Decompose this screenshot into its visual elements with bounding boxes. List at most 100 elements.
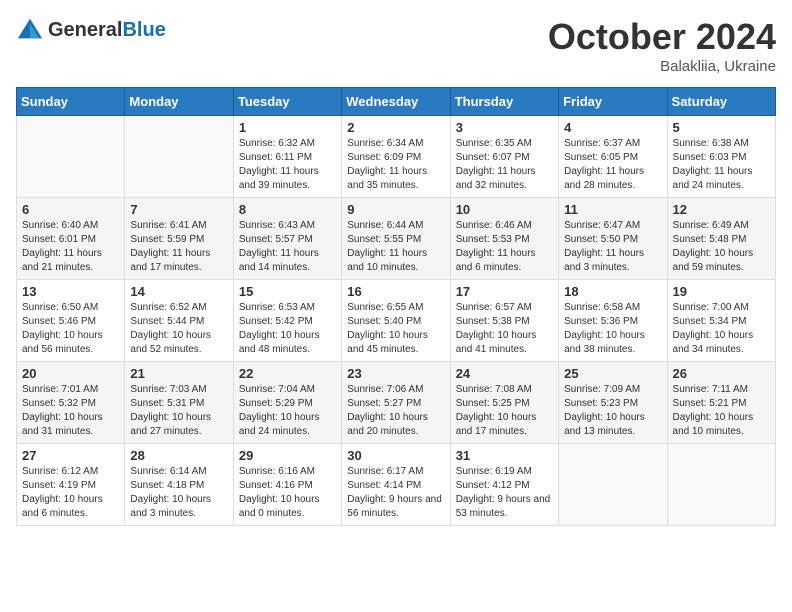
day-number: 14 xyxy=(130,284,227,299)
day-info: Sunrise: 6:17 AM Sunset: 4:14 PM Dayligh… xyxy=(347,465,444,521)
week-row-1: 6 Sunrise: 6:40 AM Sunset: 6:01 PM Daylig… xyxy=(17,198,776,280)
day-info: Sunrise: 6:44 AM Sunset: 5:55 PM Dayligh… xyxy=(347,219,444,275)
day-number: 15 xyxy=(239,284,336,299)
day-info: Sunrise: 6:34 AM Sunset: 6:09 PM Dayligh… xyxy=(347,137,444,193)
day-number: 22 xyxy=(239,366,336,381)
day-number: 20 xyxy=(22,366,119,381)
day-number: 26 xyxy=(673,366,770,381)
calendar-cell: 31 Sunrise: 6:19 AM Sunset: 4:12 PM Dayli… xyxy=(450,444,558,526)
day-info: Sunrise: 6:32 AM Sunset: 6:11 PM Dayligh… xyxy=(239,137,336,193)
day-number: 17 xyxy=(456,284,553,299)
day-info: Sunrise: 6:52 AM Sunset: 5:44 PM Dayligh… xyxy=(130,301,227,357)
calendar-cell: 22 Sunrise: 7:04 AM Sunset: 5:29 PM Dayli… xyxy=(233,362,341,444)
day-number: 3 xyxy=(456,120,553,135)
day-number: 9 xyxy=(347,202,444,217)
day-number: 27 xyxy=(22,448,119,463)
day-info: Sunrise: 6:43 AM Sunset: 5:57 PM Dayligh… xyxy=(239,219,336,275)
weekday-header-monday: Monday xyxy=(125,88,233,116)
day-info: Sunrise: 6:58 AM Sunset: 5:36 PM Dayligh… xyxy=(564,301,661,357)
calendar-cell: 13 Sunrise: 6:50 AM Sunset: 5:46 PM Dayli… xyxy=(17,280,125,362)
day-info: Sunrise: 6:16 AM Sunset: 4:16 PM Dayligh… xyxy=(239,465,336,521)
weekday-header-wednesday: Wednesday xyxy=(342,88,450,116)
day-info: Sunrise: 6:12 AM Sunset: 4:19 PM Dayligh… xyxy=(22,465,119,521)
calendar-cell: 4Sunrise: 6:37 AM Sunset: 6:05 PM Daylig… xyxy=(559,116,667,198)
weekday-header-friday: Friday xyxy=(559,88,667,116)
calendar-cell: 30Sunrise: 6:17 AM Sunset: 4:14 PM Dayli… xyxy=(342,444,450,526)
day-number: 6 xyxy=(22,202,119,217)
calendar-cell: 25Sunrise: 7:09 AM Sunset: 5:23 PM Dayli… xyxy=(559,362,667,444)
day-info: Sunrise: 6:46 AM Sunset: 5:53 PM Dayligh… xyxy=(456,219,553,275)
calendar-cell: 28 Sunrise: 6:14 AM Sunset: 4:18 PM Dayli… xyxy=(125,444,233,526)
day-number: 19 xyxy=(673,284,770,299)
day-number: 11 xyxy=(564,202,661,217)
day-number: 31 xyxy=(456,448,553,463)
calendar-cell: 24Sunrise: 7:08 AM Sunset: 5:25 PM Dayli… xyxy=(450,362,558,444)
day-number: 12 xyxy=(673,202,770,217)
week-row-0: 1Sunrise: 6:32 AM Sunset: 6:11 PM Daylig… xyxy=(17,116,776,198)
day-info: Sunrise: 7:03 AM Sunset: 5:31 PM Dayligh… xyxy=(130,383,227,439)
day-info: Sunrise: 6:53 AM Sunset: 5:42 PM Dayligh… xyxy=(239,301,336,357)
logo-text-general: General xyxy=(48,19,122,41)
day-info: Sunrise: 6:35 AM Sunset: 6:07 PM Dayligh… xyxy=(456,137,553,193)
day-info: Sunrise: 6:47 AM Sunset: 5:50 PM Dayligh… xyxy=(564,219,661,275)
day-info: Sunrise: 6:55 AM Sunset: 5:40 PM Dayligh… xyxy=(347,301,444,357)
day-number: 16 xyxy=(347,284,444,299)
day-info: Sunrise: 6:37 AM Sunset: 6:05 PM Dayligh… xyxy=(564,137,661,193)
day-number: 18 xyxy=(564,284,661,299)
calendar-table: SundayMondayTuesdayWednesdayThursdayFrid… xyxy=(16,87,776,526)
calendar-cell: 20 Sunrise: 7:01 AM Sunset: 5:32 PM Dayli… xyxy=(17,362,125,444)
day-number: 8 xyxy=(239,202,336,217)
day-info: Sunrise: 6:14 AM Sunset: 4:18 PM Dayligh… xyxy=(130,465,227,521)
day-info: Sunrise: 6:50 AM Sunset: 5:46 PM Dayligh… xyxy=(22,301,119,357)
calendar-cell: 10Sunrise: 6:46 AM Sunset: 5:53 PM Dayli… xyxy=(450,198,558,280)
day-number: 29 xyxy=(239,448,336,463)
day-info: Sunrise: 6:49 AM Sunset: 5:48 PM Dayligh… xyxy=(673,219,770,275)
calendar-cell: 27 Sunrise: 6:12 AM Sunset: 4:19 PM Dayli… xyxy=(17,444,125,526)
day-info: Sunrise: 7:00 AM Sunset: 5:34 PM Dayligh… xyxy=(673,301,770,357)
weekday-header-tuesday: Tuesday xyxy=(233,88,341,116)
weekday-header-saturday: Saturday xyxy=(667,88,775,116)
day-info: Sunrise: 6:57 AM Sunset: 5:38 PM Dayligh… xyxy=(456,301,553,357)
weekday-header-thursday: Thursday xyxy=(450,88,558,116)
page-header: GeneralBlue October 2024 Balakliia, Ukra… xyxy=(16,16,776,75)
day-number: 13 xyxy=(22,284,119,299)
week-row-4: 27 Sunrise: 6:12 AM Sunset: 4:19 PM Dayli… xyxy=(17,444,776,526)
calendar-cell: 16 Sunrise: 6:55 AM Sunset: 5:40 PM Dayli… xyxy=(342,280,450,362)
calendar-cell: 14 Sunrise: 6:52 AM Sunset: 5:44 PM Dayli… xyxy=(125,280,233,362)
calendar-cell xyxy=(667,444,775,526)
day-info: Sunrise: 7:06 AM Sunset: 5:27 PM Dayligh… xyxy=(347,383,444,439)
calendar-cell: 12 Sunrise: 6:49 AM Sunset: 5:48 PM Dayli… xyxy=(667,198,775,280)
week-row-2: 13 Sunrise: 6:50 AM Sunset: 5:46 PM Dayli… xyxy=(17,280,776,362)
day-number: 24 xyxy=(456,366,553,381)
day-number: 23 xyxy=(347,366,444,381)
calendar-cell: 15 Sunrise: 6:53 AM Sunset: 5:42 PM Dayli… xyxy=(233,280,341,362)
calendar-cell: 8 Sunrise: 6:43 AM Sunset: 5:57 PM Daylig… xyxy=(233,198,341,280)
calendar-cell: 29 Sunrise: 6:16 AM Sunset: 4:16 PM Dayli… xyxy=(233,444,341,526)
day-number: 7 xyxy=(130,202,227,217)
calendar-cell: 26Sunrise: 7:11 AM Sunset: 5:21 PM Dayli… xyxy=(667,362,775,444)
week-row-3: 20 Sunrise: 7:01 AM Sunset: 5:32 PM Dayli… xyxy=(17,362,776,444)
weekday-header-row: SundayMondayTuesdayWednesdayThursdayFrid… xyxy=(17,88,776,116)
day-info: Sunrise: 6:40 AM Sunset: 6:01 PM Dayligh… xyxy=(22,219,119,275)
calendar-cell: 11 Sunrise: 6:47 AM Sunset: 5:50 PM Dayli… xyxy=(559,198,667,280)
day-info: Sunrise: 6:19 AM Sunset: 4:12 PM Dayligh… xyxy=(456,465,553,521)
calendar-cell: 19 Sunrise: 7:00 AM Sunset: 5:34 PM Dayli… xyxy=(667,280,775,362)
calendar-cell: 9 Sunrise: 6:44 AM Sunset: 5:55 PM Daylig… xyxy=(342,198,450,280)
calendar-cell: 17 Sunrise: 6:57 AM Sunset: 5:38 PM Dayli… xyxy=(450,280,558,362)
month-title: October 2024 xyxy=(548,16,776,58)
calendar-cell: 18 Sunrise: 6:58 AM Sunset: 5:36 PM Dayli… xyxy=(559,280,667,362)
calendar-cell: 2Sunrise: 6:34 AM Sunset: 6:09 PM Daylig… xyxy=(342,116,450,198)
day-info: Sunrise: 6:38 AM Sunset: 6:03 PM Dayligh… xyxy=(673,137,770,193)
calendar-cell: 23 Sunrise: 7:06 AM Sunset: 5:27 PM Dayli… xyxy=(342,362,450,444)
calendar-cell: 7Sunrise: 6:41 AM Sunset: 5:59 PM Daylig… xyxy=(125,198,233,280)
calendar-cell xyxy=(17,116,125,198)
day-number: 28 xyxy=(130,448,227,463)
calendar-cell xyxy=(559,444,667,526)
day-info: Sunrise: 7:01 AM Sunset: 5:32 PM Dayligh… xyxy=(22,383,119,439)
day-number: 21 xyxy=(130,366,227,381)
logo-icon xyxy=(16,16,44,44)
calendar-cell: 3 Sunrise: 6:35 AM Sunset: 6:07 PM Daylig… xyxy=(450,116,558,198)
day-info: Sunrise: 7:04 AM Sunset: 5:29 PM Dayligh… xyxy=(239,383,336,439)
calendar-cell: 5Sunrise: 6:38 AM Sunset: 6:03 PM Daylig… xyxy=(667,116,775,198)
day-number: 25 xyxy=(564,366,661,381)
